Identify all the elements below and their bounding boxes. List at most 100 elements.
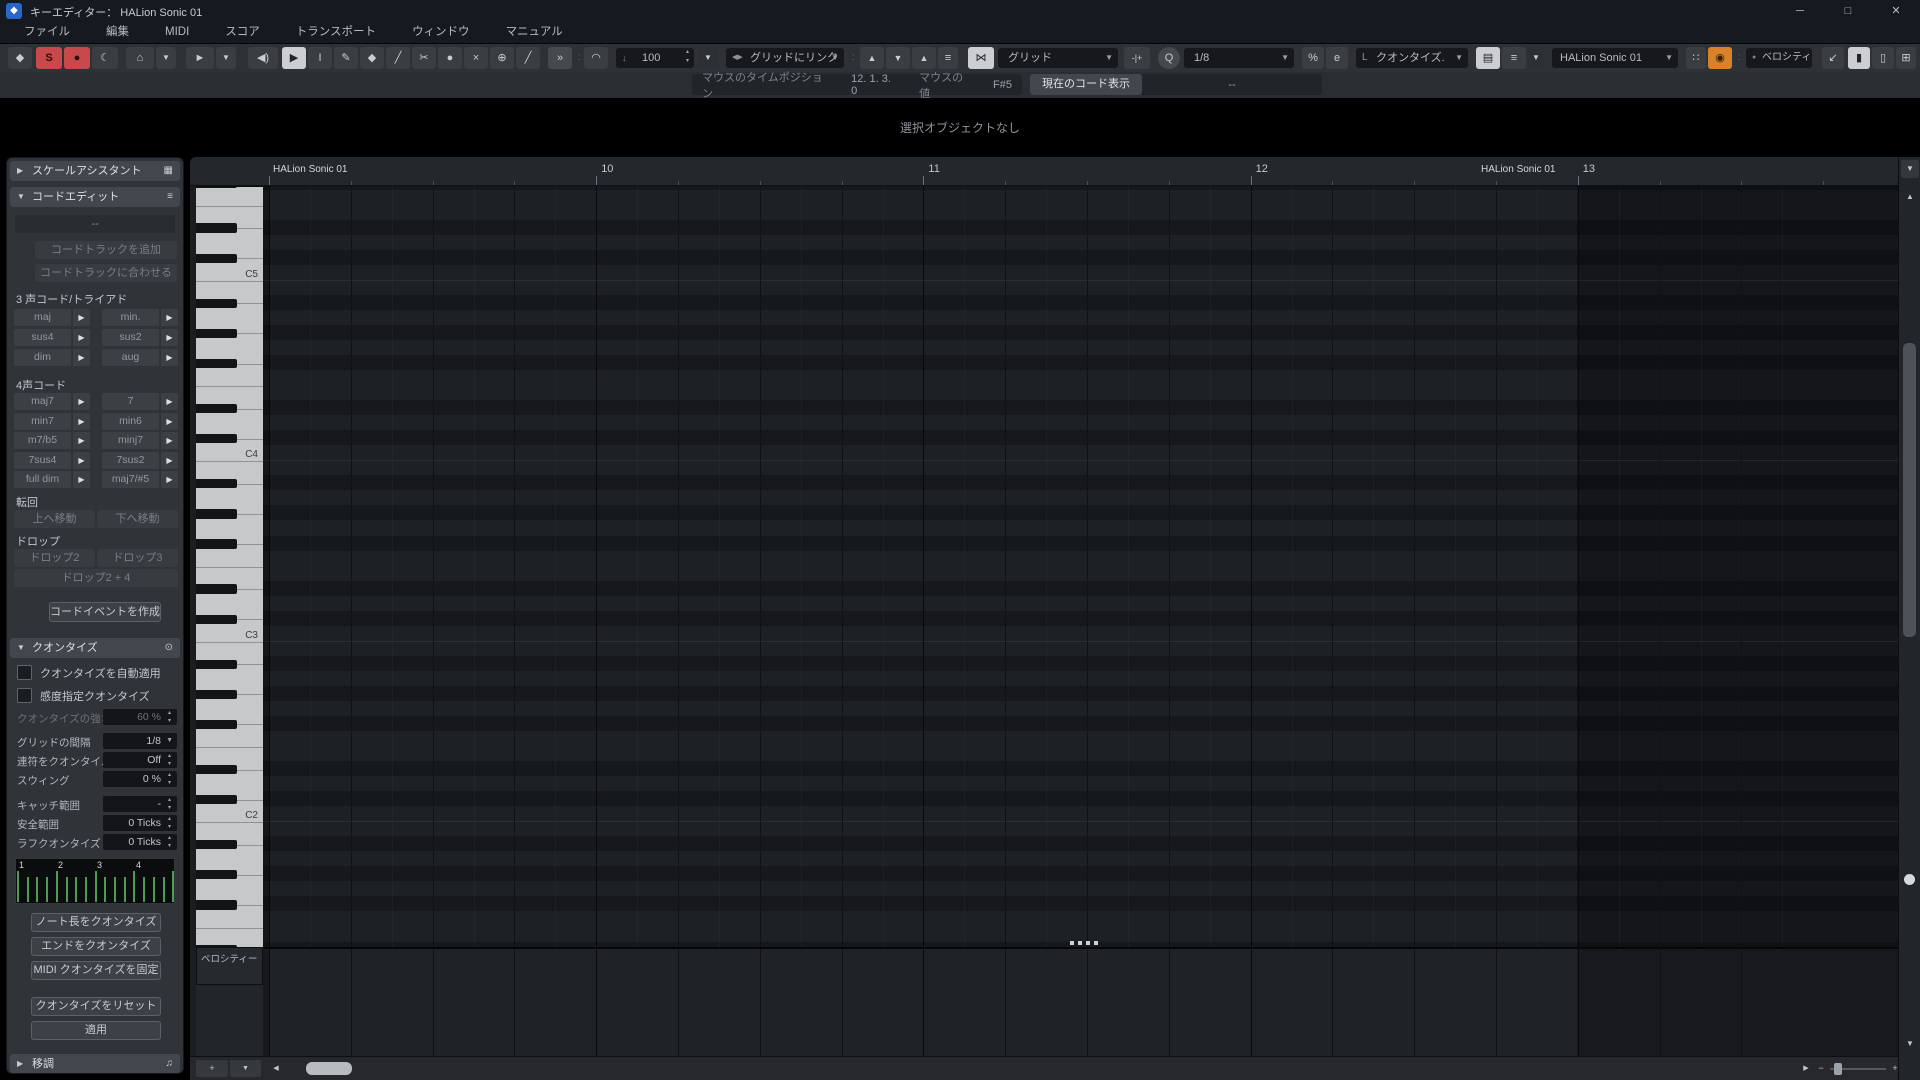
chord-display-label[interactable]: 現在のコード表示 <box>1030 74 1142 95</box>
zoom-out-icon[interactable]: − <box>1814 1060 1828 1077</box>
horizontal-zoom-thumb[interactable] <box>1834 1063 1842 1075</box>
freeze-midi-quantize-button[interactable]: MIDI クオンタイズを固定 <box>31 961 161 980</box>
midi-input-icon[interactable]: ∷ <box>1686 47 1706 69</box>
black-key[interactable] <box>196 870 237 880</box>
scroll-up-icon[interactable]: ▲ <box>1901 188 1919 206</box>
chord-pad-label[interactable]: min7 <box>14 412 71 430</box>
black-key[interactable] <box>196 584 237 594</box>
black-key[interactable] <box>196 719 237 730</box>
draw-tool[interactable]: ✎ <box>334 47 358 69</box>
black-key[interactable] <box>196 434 237 444</box>
apply-quantize-button[interactable]: 適用 <box>31 1021 161 1040</box>
black-key[interactable] <box>196 403 237 414</box>
quantize-note-length-button[interactable]: ノート長をクオンタイズ <box>31 913 161 932</box>
note-expression-dropdown[interactable]: ▼ <box>216 47 236 69</box>
chord-pad-label[interactable]: maj <box>14 309 71 326</box>
controller-lane-dropdown[interactable]: ● ベロシティー <box>1746 48 1812 83</box>
add-lane-button[interactable]: + <box>196 1060 228 1077</box>
black-key[interactable] <box>196 794 237 805</box>
zoom-tool[interactable]: ⊕ <box>490 47 514 69</box>
move-up-button[interactable]: 上へ移動 <box>14 510 95 528</box>
velocity-lane[interactable] <box>263 947 1898 1056</box>
open-in-lower-zone-icon[interactable]: ↙ <box>1822 47 1844 69</box>
event-colors-icon[interactable]: ≡ <box>1502 47 1526 69</box>
field-value-box[interactable]: Off ▴ ▾ <box>103 752 177 768</box>
chord-play-icon[interactable]: ▶ <box>73 349 90 366</box>
black-key[interactable] <box>196 659 237 669</box>
black-key[interactable] <box>196 187 237 188</box>
chord-play-icon[interactable]: ▶ <box>161 432 178 449</box>
black-key[interactable] <box>196 253 237 263</box>
setup-toolbar-icon[interactable]: ⊞ <box>1896 47 1916 69</box>
vertical-zoom-handle[interactable] <box>1904 874 1915 885</box>
piano-keyboard[interactable]: C5 C4 C3 C2 <box>196 186 263 948</box>
stepper-icon[interactable]: ▴ ▾ <box>165 709 174 725</box>
field-value-box[interactable]: 1/8 ▼ <box>103 733 177 749</box>
field-value-box[interactable]: 0 Ticks ▴ ▾ <box>103 834 177 850</box>
field-value-box[interactable]: 0 % ▴ ▾ <box>103 771 177 787</box>
chord-play-icon[interactable]: ▶ <box>161 329 178 346</box>
black-key[interactable] <box>196 479 237 489</box>
chord-pad-label[interactable]: dim <box>14 349 71 366</box>
iterative-quantize-checkbox[interactable] <box>17 688 32 703</box>
field-value-box[interactable]: 60 % ▴ ▾ <box>103 709 177 725</box>
stepper-icon[interactable]: ▴ ▾ <box>165 834 174 850</box>
chord-pad-label[interactable]: sus2 <box>102 329 159 346</box>
event-colors-dropdown[interactable]: ▼ <box>1528 47 1544 69</box>
insert-velocity-value[interactable]: 100 <box>642 48 660 68</box>
menu-7[interactable]: マニュアル <box>488 22 581 43</box>
chord-pad-label[interactable]: minj7 <box>102 432 159 449</box>
chord-play-icon[interactable]: ▶ <box>161 349 178 366</box>
field-value-box[interactable]: - ▴ ▾ <box>103 796 177 812</box>
black-key[interactable] <box>196 298 237 308</box>
chord-pad-label[interactable]: 7sus4 <box>14 451 71 469</box>
chord-edit-header[interactable]: ▼ コードエディット ≡ <box>10 187 180 207</box>
field-value-box[interactable]: 0 Ticks ▴ ▾ <box>103 815 177 831</box>
chord-pad-label[interactable]: sus4 <box>14 329 71 346</box>
black-key[interactable] <box>196 614 237 624</box>
black-key[interactable] <box>196 223 237 233</box>
edit-mode-icon[interactable]: ⌂ <box>126 47 154 69</box>
menu-2[interactable]: 編集 <box>88 22 147 43</box>
close-button[interactable]: ✕ <box>1872 0 1920 22</box>
chord-play-icon[interactable]: ▶ <box>73 451 90 469</box>
select-tool[interactable]: ▶ <box>282 47 306 69</box>
chord-play-icon[interactable]: ▶ <box>161 471 178 488</box>
menu-5[interactable]: トランスポート <box>278 22 394 43</box>
chord-pad-label[interactable]: 7 <box>102 393 159 410</box>
part-editing-mode-button[interactable]: ◠ <box>584 47 608 69</box>
reset-quantize-button[interactable]: クオンタイズをリセット <box>31 997 161 1016</box>
drop24-button[interactable]: ドロップ2 + 4 <box>14 569 178 587</box>
autoscroll-button[interactable]: » <box>548 47 572 69</box>
black-key[interactable] <box>196 509 237 519</box>
match-chord-track-button[interactable]: コードトラックに合わせる <box>35 264 177 282</box>
chord-pad-label[interactable]: aug <box>102 349 159 366</box>
chord-pad-label[interactable]: full dim <box>14 471 71 488</box>
black-key[interactable] <box>196 840 237 850</box>
split-tool[interactable]: ✂ <box>412 47 436 69</box>
chord-play-icon[interactable]: ▶ <box>161 309 178 326</box>
menu-1[interactable]: ファイル <box>6 22 88 43</box>
note-grid[interactable] <box>263 186 1898 947</box>
stepper-icon[interactable]: ▴ ▾ <box>165 771 174 787</box>
chord-pad-label[interactable]: m7/b5 <box>14 432 71 449</box>
horizontal-scroll-thumb[interactable] <box>306 1062 352 1075</box>
menu-3[interactable]: MIDI <box>147 22 207 43</box>
chord-play-icon[interactable]: ▶ <box>73 393 90 410</box>
insert-velocity-stepper[interactable]: ▴ ▾ <box>686 48 689 66</box>
iterative-quantize-icon[interactable]: % <box>1302 47 1324 69</box>
chord-editing-icon[interactable]: ▤ <box>1476 47 1500 69</box>
stepper-icon[interactable]: ▴ ▾ <box>165 752 174 768</box>
chord-play-icon[interactable]: ▶ <box>73 432 90 449</box>
length-quantize-dropdown[interactable]: L クオンタイズ. ▼ <box>1356 48 1468 68</box>
scroll-right-icon[interactable]: ▶ <box>1798 1060 1814 1077</box>
edit-mode-dropdown[interactable]: ▼ <box>156 47 176 69</box>
chord-play-icon[interactable]: ▶ <box>73 309 90 326</box>
chord-pad-label[interactable]: maj7 <box>14 393 71 410</box>
show-right-zone-icon[interactable]: ▯ <box>1872 47 1894 69</box>
dropdown-arrow-icon[interactable]: ▼ <box>166 737 173 744</box>
transpose-header[interactable]: ▶ 移調 ♫ <box>10 1054 180 1073</box>
chord-pad-label[interactable]: min6 <box>102 412 159 430</box>
auto-apply-checkbox[interactable] <box>17 665 32 680</box>
lane-preset-dropdown[interactable]: ▼ <box>230 1060 261 1077</box>
